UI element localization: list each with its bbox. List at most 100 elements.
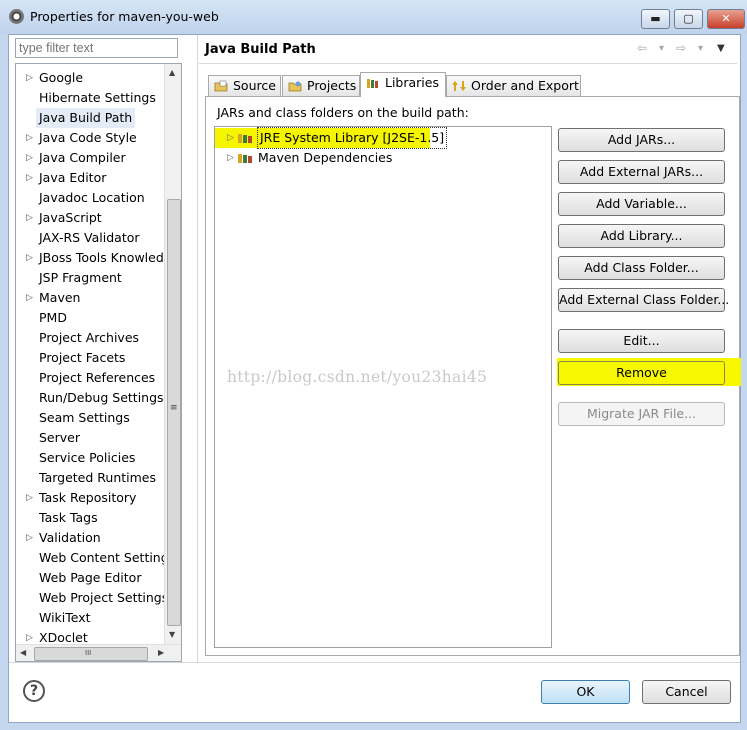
hthumb-grip-icon: III	[85, 649, 92, 657]
expand-arrow-icon[interactable]: ▷	[26, 128, 33, 148]
tab-source[interactable]: Source	[208, 75, 281, 96]
nav-item-label: Task Repository	[39, 490, 137, 505]
nav-item[interactable]: Targeted Runtimes	[16, 468, 164, 488]
nav-item-label: Project Archives	[39, 330, 140, 345]
nav-item[interactable]: Project Archives	[16, 328, 164, 348]
add-variable-button[interactable]: Add Variable...	[558, 192, 725, 216]
add-library-button[interactable]: Add Library...	[558, 224, 725, 248]
page-title: Java Build Path	[205, 42, 316, 57]
nav-item-label: Service Policies	[39, 450, 136, 465]
close-button[interactable]: ✕	[707, 9, 745, 29]
back-menu-icon[interactable]: ▾	[659, 43, 664, 54]
expand-arrow-icon[interactable]: ▷	[26, 248, 33, 268]
sash-divider[interactable]	[197, 35, 198, 662]
footer-separator	[9, 662, 740, 663]
view-menu-icon[interactable]: ▼	[717, 43, 725, 54]
expand-arrow-icon[interactable]: ▷	[26, 488, 33, 508]
nav-item[interactable]: Run/Debug Settings	[16, 388, 164, 408]
nav-item[interactable]: Hibernate Settings	[16, 88, 164, 108]
cancel-button[interactable]: Cancel	[642, 680, 731, 704]
nav-item[interactable]: ▷ Java Editor	[16, 168, 164, 188]
tab-libraries[interactable]: Libraries	[360, 72, 446, 97]
nav-item[interactable]: ▷ Java Compiler	[16, 148, 164, 168]
expand-arrow-icon[interactable]: ▷	[26, 168, 33, 188]
nav-item[interactable]: Web Content Settings	[16, 548, 175, 568]
nav-item-label: JSP Fragment	[39, 270, 122, 285]
nav-item[interactable]: Project Facets	[16, 348, 164, 368]
expand-arrow-icon[interactable]: ▷	[26, 148, 33, 168]
nav-item[interactable]: JAX-RS Validator	[16, 228, 164, 248]
nav-item[interactable]: ▷ Google	[16, 68, 164, 88]
library-row-jre[interactable]: ▷ JRE System Library [J2SE-1.5]	[215, 127, 448, 149]
expand-arrow-icon[interactable]: ▷	[26, 68, 33, 88]
libraries-tree: ▷ JRE System Library [J2SE-1.5] ▷ Maven …	[214, 126, 552, 648]
nav-item-label: Task Tags	[39, 510, 98, 525]
nav-item-label: Google	[39, 70, 84, 85]
horizontal-scrollbar[interactable]: ◀ III ▶	[16, 644, 181, 661]
tab-projects[interactable]: Projects	[282, 75, 360, 96]
horizontal-scroll-thumb[interactable]: III	[34, 647, 148, 661]
nav-item[interactable]: ▷ JBoss Tools Knowledge	[16, 248, 179, 268]
nav-item-label: Project Facets	[39, 350, 126, 365]
remove-button[interactable]: Remove	[558, 361, 725, 385]
back-icon[interactable]: ⇦	[637, 41, 647, 55]
nav-item[interactable]: ▷ Validation	[16, 528, 164, 548]
nav-item[interactable]: ▷ Task Repository	[16, 488, 164, 508]
nav-item[interactable]: PMD	[16, 308, 164, 328]
property-page-tree: ▷ Google Hibernate Settings Java Build Path…	[15, 63, 182, 662]
forward-menu-icon[interactable]: ▾	[698, 43, 703, 54]
forward-icon[interactable]: ⇨	[676, 41, 686, 55]
nav-item-label: Validation	[39, 530, 101, 545]
nav-item[interactable]: Web Project Settings	[16, 588, 168, 608]
expand-arrow-icon[interactable]: ▷	[227, 128, 234, 148]
nav-item[interactable]: Web Page Editor	[16, 568, 164, 588]
panel-caption: JARs and class folders on the build path…	[217, 105, 469, 120]
expand-arrow-icon[interactable]: ▷	[26, 208, 33, 228]
nav-item[interactable]: Javadoc Location	[16, 188, 164, 208]
migrate-jar-button: Migrate JAR File...	[558, 402, 725, 426]
add-jars-button[interactable]: Add JARs...	[558, 128, 725, 152]
add-external-class-folder-button[interactable]: Add External Class Folder...	[558, 288, 729, 312]
ok-button[interactable]: OK	[541, 680, 630, 704]
edit-button[interactable]: Edit...	[558, 329, 725, 353]
nav-item[interactable]: Project References	[16, 368, 164, 388]
nav-item[interactable]: JSP Fragment	[16, 268, 164, 288]
expand-arrow-icon[interactable]: ▷	[26, 288, 33, 308]
title-bar[interactable]: Properties for maven-you-web ▬ ▢ ✕	[0, 0, 747, 34]
vertical-scroll-thumb[interactable]: ≡	[167, 199, 181, 626]
expand-arrow-icon[interactable]: ▷	[26, 528, 33, 548]
library-icon	[238, 134, 252, 143]
maximize-button[interactable]: ▢	[674, 9, 703, 29]
nav-item-label: Seam Settings	[39, 410, 130, 425]
nav-item[interactable]: Task Tags	[16, 508, 164, 528]
nav-item[interactable]: Seam Settings	[16, 408, 164, 428]
nav-item-label: Java Code Style	[39, 130, 137, 145]
nav-item-label: Run/Debug Settings	[39, 390, 164, 405]
tab-projects-label: Projects	[307, 78, 357, 93]
help-icon[interactable]: ?	[23, 680, 45, 702]
filter-input[interactable]	[15, 38, 178, 58]
nav-item[interactable]: WikiText	[16, 608, 164, 628]
expand-arrow-icon[interactable]: ▷	[227, 148, 234, 168]
tab-order-export[interactable]: Order and Export	[446, 75, 581, 96]
vertical-scrollbar[interactable]: ▲ ≡ ▼	[164, 64, 181, 644]
add-external-jars-button[interactable]: Add External JARs...	[558, 160, 725, 184]
library-row-maven[interactable]: ▷ Maven Dependencies	[215, 148, 515, 168]
nav-item[interactable]: ▷ Maven	[16, 288, 164, 308]
nav-item[interactable]: ▷ JavaScript	[16, 208, 164, 228]
nav-item-label: Web Content Settings	[39, 550, 176, 565]
tab-libraries-label: Libraries	[385, 75, 439, 90]
scroll-left-icon[interactable]: ◀	[20, 648, 26, 657]
nav-item[interactable]: Service Policies	[16, 448, 164, 468]
scroll-down-icon[interactable]: ▼	[169, 630, 175, 639]
minimize-button[interactable]: ▬	[641, 9, 670, 29]
scroll-right-icon[interactable]: ▶	[158, 648, 164, 657]
add-class-folder-button[interactable]: Add Class Folder...	[558, 256, 725, 280]
tab-order-export-label: Order and Export	[471, 78, 579, 93]
nav-item[interactable]: Server	[16, 428, 164, 448]
nav-item-label: Project References	[39, 370, 156, 385]
scroll-up-icon[interactable]: ▲	[169, 68, 175, 77]
nav-item[interactable]: ▷ Java Code Style	[16, 128, 164, 148]
nav-item[interactable]: Java Build Path	[16, 108, 164, 128]
tab-source-label: Source	[233, 78, 276, 93]
